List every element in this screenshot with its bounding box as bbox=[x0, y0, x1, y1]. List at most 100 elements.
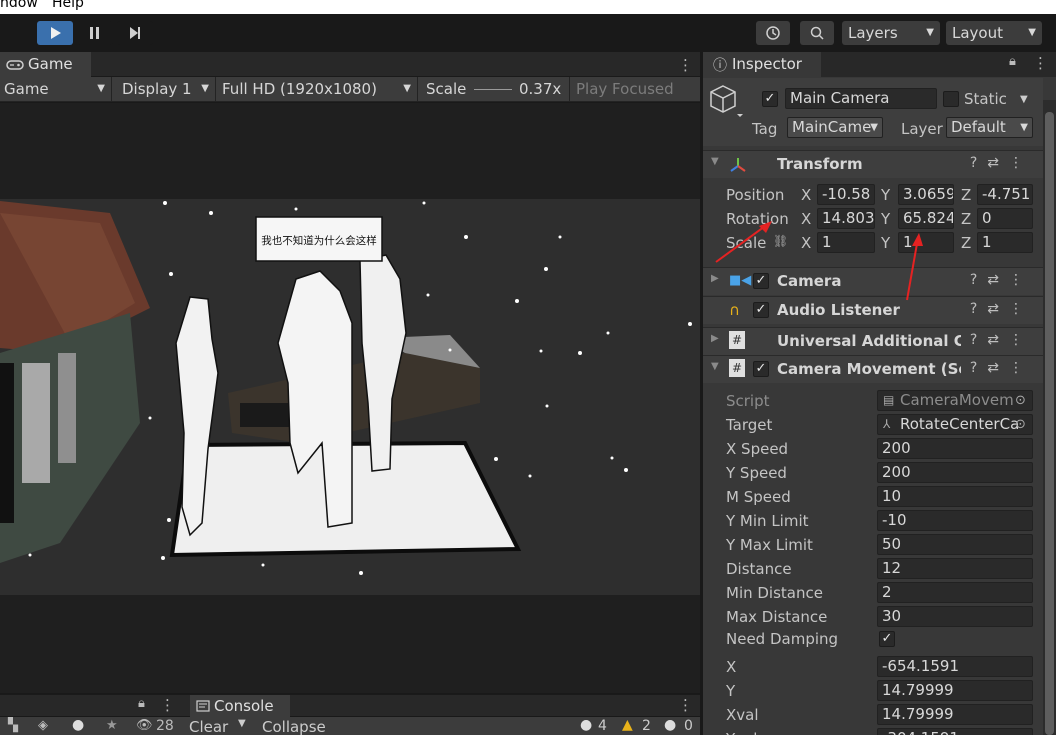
static-checkbox[interactable] bbox=[943, 91, 959, 107]
warning-icon[interactable]: ▲ bbox=[622, 717, 633, 733]
star-icon[interactable]: ★ bbox=[106, 718, 118, 733]
gameobject-cube-icon bbox=[710, 85, 743, 117]
field-input[interactable]: 200 bbox=[877, 462, 1033, 483]
field-label: Target bbox=[726, 416, 773, 434]
console-toolbar: ▚ ◈ ● ★ 👁︎ 28 Clear ▼ Collapse ● 4 ▲ 2 ●… bbox=[0, 717, 700, 735]
fold-open-icon: ▼ bbox=[711, 361, 719, 372]
resolution-label: Full HD (1920x1080) bbox=[222, 80, 377, 98]
console-more-icon[interactable]: ⋮ bbox=[678, 696, 693, 714]
chevron-down-icon: ▼ bbox=[926, 27, 934, 38]
tab-console[interactable]: Console bbox=[190, 695, 290, 717]
position-z-input[interactable]: -4.751 bbox=[977, 184, 1033, 205]
target-field[interactable]: RotateCenterCa bbox=[877, 414, 1033, 435]
chevron-down-icon[interactable]: ▼ bbox=[1020, 94, 1028, 105]
field-input[interactable]: -10 bbox=[877, 510, 1033, 531]
info-icon: ⓘ bbox=[713, 58, 727, 74]
step-button[interactable] bbox=[117, 21, 153, 45]
tag-label: Tag bbox=[752, 120, 778, 138]
bottom-more-icon[interactable]: ⋮ bbox=[160, 696, 175, 714]
movement-enabled-checkbox[interactable]: ✓ bbox=[753, 361, 769, 377]
pause-icon bbox=[90, 27, 99, 39]
script-icon: # bbox=[729, 359, 745, 377]
static-label: Static bbox=[964, 90, 1007, 108]
info-count: 4 bbox=[598, 718, 607, 734]
tab-inspector-label: Inspector bbox=[732, 55, 802, 73]
warning-count: 2 bbox=[642, 718, 651, 734]
field-input[interactable]: 10 bbox=[877, 486, 1033, 507]
object-picker-icon[interactable]: ⊙ bbox=[1015, 417, 1026, 432]
scale-slider[interactable]: Scale 0.37x bbox=[422, 77, 570, 102]
transform-component-header[interactable]: ▼ Transform ?⇄⋮ bbox=[703, 150, 1043, 178]
field-input[interactable]: 12 bbox=[877, 558, 1033, 579]
camera-movement-component-header[interactable]: ▼ # ✓ Camera Movement (Scrip ?⇄⋮ bbox=[703, 355, 1043, 383]
clear-button[interactable]: Clear bbox=[189, 718, 228, 735]
pause-button[interactable] bbox=[77, 21, 113, 45]
speech-bubble-text: 我也不知道为什么会这样 bbox=[261, 234, 377, 247]
hidden-eye-icon[interactable]: 👁︎ bbox=[136, 718, 153, 733]
field-input[interactable]: 30 bbox=[877, 606, 1033, 627]
collapse-button[interactable]: Collapse bbox=[262, 718, 326, 735]
resolution-select[interactable]: Full HD (1920x1080) ▼ bbox=[218, 77, 418, 102]
field-label: Min Distance bbox=[726, 584, 823, 602]
lock-icon[interactable]: 🔒︎ bbox=[138, 696, 145, 711]
script-icon: # bbox=[729, 331, 745, 349]
field-label: Yval bbox=[726, 730, 757, 735]
step-icon bbox=[130, 27, 140, 39]
search-button[interactable] bbox=[800, 21, 834, 45]
play-icon bbox=[51, 27, 61, 39]
game-view-label: Game bbox=[4, 80, 49, 98]
inspector-more-icon[interactable]: ⋮ bbox=[1033, 54, 1048, 72]
search-icon bbox=[810, 26, 824, 40]
field-input[interactable]: -304.1591 bbox=[877, 728, 1033, 735]
field-input[interactable]: 50 bbox=[877, 534, 1033, 555]
history-button[interactable] bbox=[756, 21, 790, 45]
field-input[interactable]: -654.1591 bbox=[877, 656, 1033, 677]
tab-game[interactable]: Game bbox=[0, 52, 91, 77]
chevron-down-icon[interactable]: ▼ bbox=[238, 718, 246, 729]
component-icons[interactable]: ?⇄⋮ bbox=[970, 301, 1033, 317]
layers-dropdown[interactable]: Layers ▼ bbox=[842, 21, 940, 45]
field-label: Xval bbox=[726, 706, 759, 724]
chevron-down-icon: ▼ bbox=[201, 83, 209, 94]
tab-inspector[interactable]: ⓘ Inspector bbox=[703, 52, 821, 77]
field-input[interactable]: 14.79999 bbox=[877, 680, 1033, 701]
field-label: X bbox=[726, 658, 737, 676]
field-input[interactable]: 200 bbox=[877, 438, 1033, 459]
component-icons[interactable]: ?⇄⋮ bbox=[970, 155, 1033, 171]
tag-icon[interactable]: ◈ bbox=[38, 718, 48, 733]
universal-component-header[interactable]: ▶ # Universal Additional Cam ?⇄⋮ bbox=[703, 327, 1043, 355]
field-label: Distance bbox=[726, 560, 792, 578]
game-more-icon[interactable]: ⋮ bbox=[678, 56, 693, 74]
layout-dropdown[interactable]: Layout ▼ bbox=[946, 21, 1042, 45]
hierarchy-icon[interactable]: ▚ bbox=[8, 718, 18, 733]
hidden-count: 28 bbox=[156, 718, 174, 734]
rotation-z-input[interactable]: 0 bbox=[977, 208, 1033, 229]
play-button[interactable] bbox=[37, 21, 73, 45]
field-input[interactable]: 14.79999 bbox=[877, 704, 1033, 725]
error-icon[interactable]: ● bbox=[664, 717, 676, 733]
component-icons[interactable]: ?⇄⋮ bbox=[970, 332, 1033, 348]
info-filter-icon[interactable]: ● bbox=[72, 717, 84, 733]
active-checkbox[interactable]: ✓ bbox=[762, 91, 778, 107]
info-count-icon[interactable]: ● bbox=[580, 717, 592, 733]
lock-icon[interactable]: 🔒︎ bbox=[1009, 54, 1016, 69]
display-select[interactable]: Display 1 ▼ bbox=[118, 77, 216, 102]
scale-z-input[interactable]: 1 bbox=[977, 232, 1033, 253]
tag-dropdown[interactable]: MainCame ▼ bbox=[787, 117, 883, 138]
game-viewport[interactable]: 我也不知道为什么会这样 bbox=[0, 103, 700, 693]
scale-track[interactable] bbox=[474, 89, 512, 90]
menu-help[interactable]: Help bbox=[52, 0, 84, 11]
need-damping-checkbox[interactable]: ✓ bbox=[879, 631, 895, 647]
layer-value: Default bbox=[951, 118, 1006, 136]
game-view-select[interactable]: Game ▼ bbox=[0, 77, 112, 102]
field-input[interactable]: 2 bbox=[877, 582, 1033, 603]
inspector-scrollbar-thumb[interactable] bbox=[1045, 112, 1054, 735]
layer-dropdown[interactable]: Default ▼ bbox=[946, 117, 1033, 138]
object-picker-icon[interactable]: ⊙ bbox=[1015, 393, 1026, 408]
play-focused-select[interactable]: Play Focused bbox=[572, 77, 700, 102]
component-icons[interactable]: ?⇄⋮ bbox=[970, 272, 1033, 288]
component-icons[interactable]: ?⇄⋮ bbox=[970, 360, 1033, 376]
menu-window[interactable]: ndow bbox=[0, 0, 38, 11]
object-name-input[interactable]: Main Camera bbox=[785, 88, 937, 109]
field-label: Y Speed bbox=[726, 464, 787, 482]
